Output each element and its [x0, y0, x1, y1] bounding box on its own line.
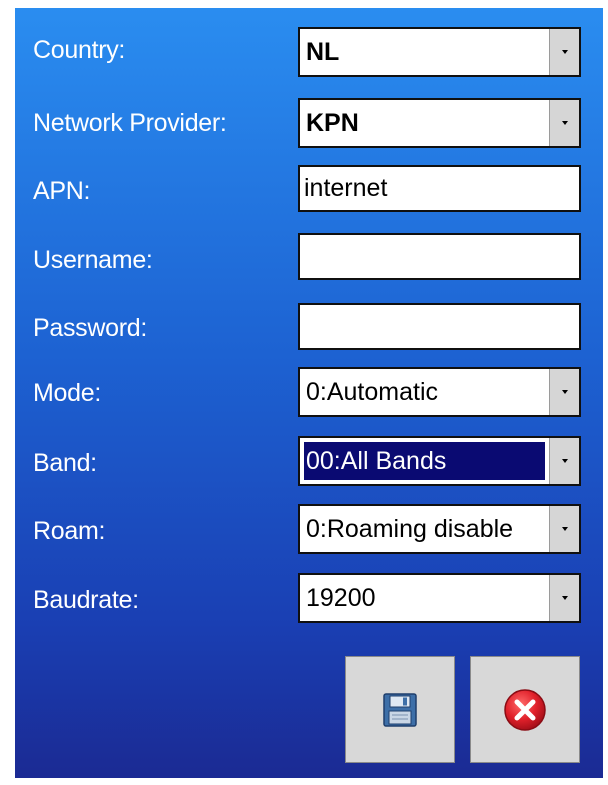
band-label: Band:	[33, 449, 97, 477]
chevron-down-icon	[561, 527, 568, 531]
roam-select[interactable]: 0:Roaming disable	[298, 504, 581, 554]
password-label: Password:	[33, 314, 148, 342]
baudrate-value: 19200	[306, 584, 376, 612]
chevron-down-icon	[561, 459, 568, 463]
roam-value: 0:Roaming disable	[306, 515, 514, 543]
band-value: 00:All Bands	[304, 442, 545, 480]
username-input[interactable]	[304, 235, 575, 278]
chevron-down-icon	[561, 50, 568, 54]
chevron-down-icon	[561, 596, 568, 600]
password-input[interactable]	[304, 305, 575, 348]
baudrate-label: Baudrate:	[33, 586, 139, 614]
baudrate-select[interactable]: 19200	[298, 573, 581, 623]
network-provider-value: KPN	[306, 109, 359, 137]
roam-dropdown-button[interactable]	[549, 506, 579, 552]
chevron-down-icon	[561, 121, 568, 125]
network-provider-select[interactable]: KPN	[298, 98, 581, 148]
mode-value: 0:Automatic	[306, 378, 439, 406]
save-button[interactable]	[345, 656, 455, 763]
mode-label: Mode:	[33, 379, 101, 407]
username-input-box[interactable]	[298, 233, 581, 280]
country-label: Country:	[33, 36, 126, 64]
baudrate-dropdown-button[interactable]	[549, 575, 579, 621]
floppy-disk-icon	[383, 692, 417, 727]
username-label: Username:	[33, 246, 153, 274]
password-input-box[interactable]	[298, 303, 581, 350]
country-value: NL	[306, 38, 340, 66]
network-provider-label: Network Provider:	[33, 109, 227, 137]
apn-input-box[interactable]	[298, 165, 581, 212]
apn-input[interactable]	[304, 167, 575, 210]
band-select[interactable]: 00:All Bands	[298, 436, 581, 486]
band-dropdown-button[interactable]	[549, 438, 579, 484]
mode-select[interactable]: 0:Automatic	[298, 367, 581, 417]
cancel-button[interactable]	[470, 656, 580, 763]
chevron-down-icon	[561, 390, 568, 394]
red-x-circle-icon	[504, 688, 546, 731]
settings-panel: Country: NL Network Provider: KPN APN: U…	[15, 8, 603, 778]
country-select[interactable]: NL	[298, 27, 581, 77]
apn-label: APN:	[33, 177, 91, 205]
mode-dropdown-button[interactable]	[549, 369, 579, 415]
roam-label: Roam:	[33, 517, 106, 545]
network-provider-dropdown-button[interactable]	[549, 100, 579, 146]
country-dropdown-button[interactable]	[549, 29, 579, 75]
